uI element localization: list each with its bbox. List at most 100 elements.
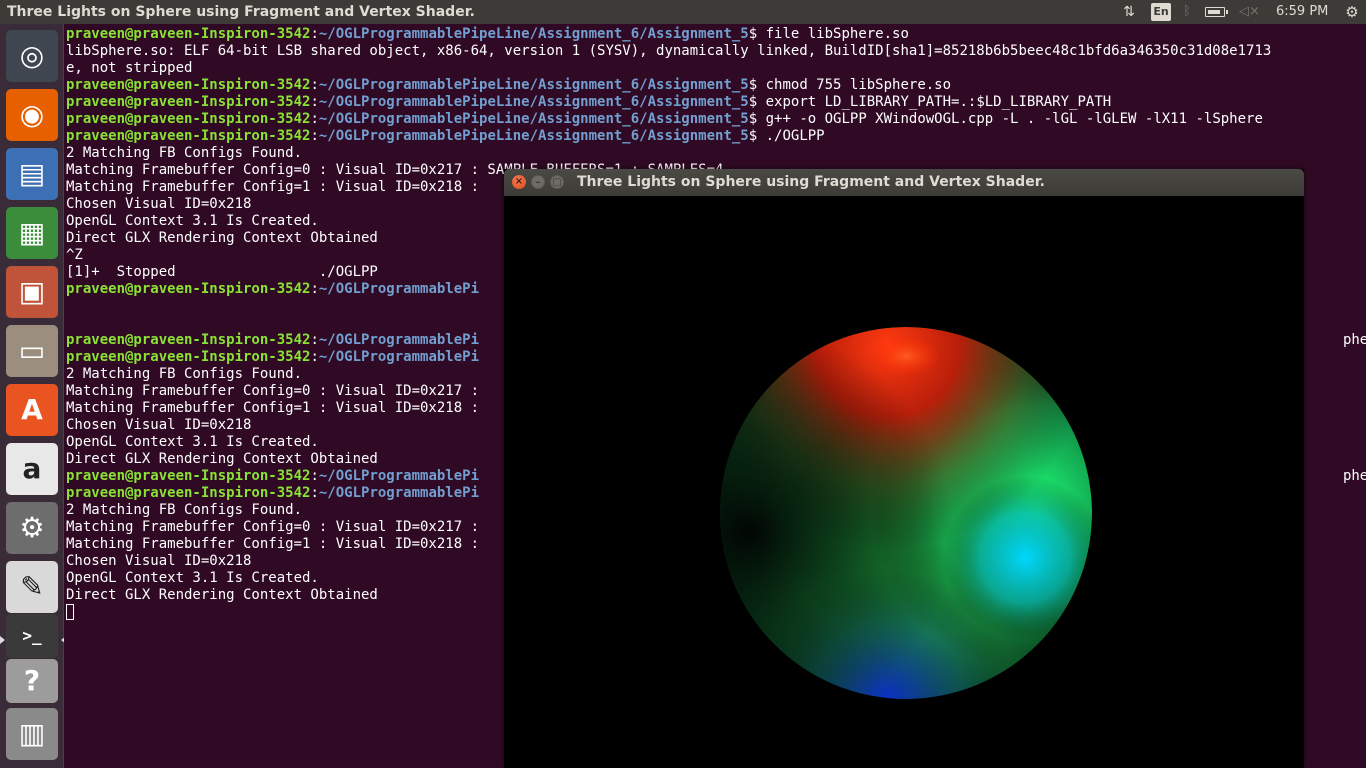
output-text: OpenGL Context 3.1 Is Created. [66, 213, 319, 229]
command-text: $ export LD_LIBRARY_PATH=.:$LD_LIBRARY_P… [748, 94, 1112, 110]
network-arrows-icon[interactable]: ⇅ [1119, 0, 1139, 24]
prompt-user: praveen@praveen-Inspiron-3542 [66, 485, 311, 501]
output-text: Matching Framebuffer Config=0 : Visual I… [66, 383, 480, 399]
output-text: 2 Matching FB Configs Found. [66, 366, 303, 382]
prompt-user: praveen@praveen-Inspiron-3542 [66, 111, 311, 127]
workspace-stack-icon: ▥ [18, 717, 46, 750]
prompt-path: ~/OGLProgrammablePi [318, 468, 480, 484]
output-text: Matching Framebuffer Config=1 : Visual I… [66, 536, 480, 552]
launcher-terminal[interactable]: >_ [0, 614, 66, 658]
clock[interactable]: 6:59 PM [1276, 0, 1332, 24]
terminal-line: praveen@praveen-Inspiron-3542:~/OGLProgr… [66, 94, 1366, 111]
prompt-path: ~/OGLProgrammablePi [318, 332, 480, 348]
prompt-path: ~/OGLProgrammablePi [318, 349, 480, 365]
prompt-user: praveen@praveen-Inspiron-3542 [66, 77, 311, 93]
volume-muted-icon[interactable]: ◁× [1239, 0, 1260, 24]
window-titlebar[interactable]: × – ▢ Three Lights on Sphere using Fragm… [504, 169, 1304, 196]
launcher-amazon[interactable]: a [6, 443, 58, 495]
top-panel: Three Lights on Sphere using Fragment an… [0, 0, 1366, 24]
file-cabinet-icon: ▭ [18, 334, 46, 367]
launcher-dash-home[interactable]: ◎ [6, 30, 58, 82]
text-editor-icon: ✎ [20, 570, 44, 603]
settings-wrench-icon: ⚙ [19, 511, 45, 544]
prompt-sep: : [310, 332, 319, 348]
impress-presentation-icon: ▣ [18, 275, 46, 308]
output-text: Chosen Visual ID=0x218 [66, 417, 252, 433]
keyboard-layout-indicator[interactable]: En [1151, 3, 1171, 21]
prompt-user: praveen@praveen-Inspiron-3542 [66, 468, 311, 484]
output-text: Matching Framebuffer Config=1 : Visual I… [66, 179, 480, 195]
terminal-line: praveen@praveen-Inspiron-3542:~/OGLProgr… [66, 128, 1366, 145]
output-text: Matching Framebuffer Config=1 : Visual I… [66, 400, 480, 416]
output-text: Direct GLX Rendering Context Obtained [66, 587, 378, 603]
maximize-button[interactable]: ▢ [550, 175, 564, 189]
prompt-user: praveen@praveen-Inspiron-3542 [66, 128, 311, 144]
launcher-libreoffice-calc[interactable]: ▦ [6, 207, 58, 259]
command-tail: phere [1342, 332, 1366, 348]
prompt-sep: : [310, 128, 319, 144]
launcher-libreoffice-impress[interactable]: ▣ [6, 266, 58, 318]
prompt-sep: : [310, 94, 319, 110]
terminal-line: praveen@praveen-Inspiron-3542:~/OGLProgr… [66, 111, 1366, 128]
launcher-libreoffice-writer[interactable]: ▤ [6, 148, 58, 200]
output-text: OpenGL Context 3.1 Is Created. [66, 434, 319, 450]
terminal-icon: >_ [22, 626, 42, 645]
launcher-workspace-switcher[interactable]: ▥ [6, 708, 58, 760]
bluetooth-icon[interactable]: ᛒ [1181, 0, 1193, 24]
prompt-path: ~/OGLProgrammablePipeLine/Assignment_6/A… [318, 111, 749, 127]
launcher-files[interactable]: ▭ [6, 325, 58, 377]
prompt-path: ~/OGLProgrammablePipeLine/Assignment_6/A… [318, 26, 749, 42]
prompt-user: praveen@praveen-Inspiron-3542 [66, 349, 311, 365]
prompt-user: praveen@praveen-Inspiron-3542 [66, 332, 311, 348]
ubuntu-logo-icon: ◎ [19, 39, 45, 72]
calc-spreadsheet-icon: ▦ [18, 216, 46, 249]
help-icon: ? [23, 664, 41, 697]
output-text: ^Z [66, 247, 83, 263]
prompt-path: ~/OGLProgrammablePi [318, 485, 480, 501]
output-text: Matching Framebuffer Config=0 : Visual I… [66, 519, 480, 535]
opengl-window[interactable]: × – ▢ Three Lights on Sphere using Fragm… [504, 169, 1304, 768]
output-text: libSphere.so: ELF 64-bit LSB shared obje… [66, 43, 1272, 59]
prompt-sep: : [310, 485, 319, 501]
firefox-icon: ◉ [19, 98, 45, 131]
prompt-path: ~/OGLProgrammablePipeLine/Assignment_6/A… [318, 94, 749, 110]
battery-icon[interactable] [1205, 7, 1228, 17]
output-text: Direct GLX Rendering Context Obtained [66, 451, 378, 467]
writer-document-icon: ▤ [18, 157, 46, 190]
output-text: 2 Matching FB Configs Found. [66, 145, 303, 161]
terminal-line: praveen@praveen-Inspiron-3542:~/OGLProgr… [66, 77, 1366, 94]
command-text: $ file libSphere.so [748, 26, 909, 42]
amazon-icon: a [22, 452, 42, 485]
minimize-button[interactable]: – [531, 175, 545, 189]
launcher-help[interactable]: ? [6, 659, 58, 703]
running-indicator [0, 636, 5, 644]
output-text: e, not stripped [66, 60, 193, 76]
terminal-line: praveen@praveen-Inspiron-3542:~/OGLProgr… [66, 26, 1366, 43]
output-text: Chosen Visual ID=0x218 [66, 196, 252, 212]
prompt-path: ~/OGLProgrammablePi [318, 281, 480, 297]
lit-sphere [720, 327, 1092, 699]
power-gear-icon[interactable]: ⚙ [1344, 0, 1360, 24]
prompt-sep: : [310, 349, 319, 365]
launcher-system-settings[interactable]: ⚙ [6, 502, 58, 554]
launcher-text-editor[interactable]: ✎ [6, 561, 58, 613]
window-title: Three Lights on Sphere using Fragment an… [577, 174, 1045, 190]
prompt-path: ~/OGLProgrammablePipeLine/Assignment_6/A… [318, 128, 749, 144]
launcher-firefox[interactable]: ◉ [6, 89, 58, 141]
terminal-line: 2 Matching FB Configs Found. [66, 145, 1366, 162]
output-text: Chosen Visual ID=0x218 [66, 553, 252, 569]
prompt-user: praveen@praveen-Inspiron-3542 [66, 94, 311, 110]
terminal-cursor [66, 604, 74, 620]
launcher-ubuntu-software[interactable]: A [6, 384, 58, 436]
close-button[interactable]: × [512, 175, 526, 189]
terminal-line: libSphere.so: ELF 64-bit LSB shared obje… [66, 43, 1366, 60]
gl-render-area[interactable] [504, 196, 1304, 768]
prompt-path: ~/OGLProgrammablePipeLine/Assignment_6/A… [318, 77, 749, 93]
output-text: OpenGL Context 3.1 Is Created. [66, 570, 319, 586]
prompt-sep: : [310, 281, 319, 297]
software-bag-icon: A [21, 393, 43, 426]
terminal-line: e, not stripped [66, 60, 1366, 77]
command-text: $ g++ -o OGLPP XWindowOGL.cpp -L . -lGL … [748, 111, 1263, 127]
output-text: [1]+ Stopped ./OGLPP [66, 264, 378, 280]
output-text: Direct GLX Rendering Context Obtained [66, 230, 378, 246]
